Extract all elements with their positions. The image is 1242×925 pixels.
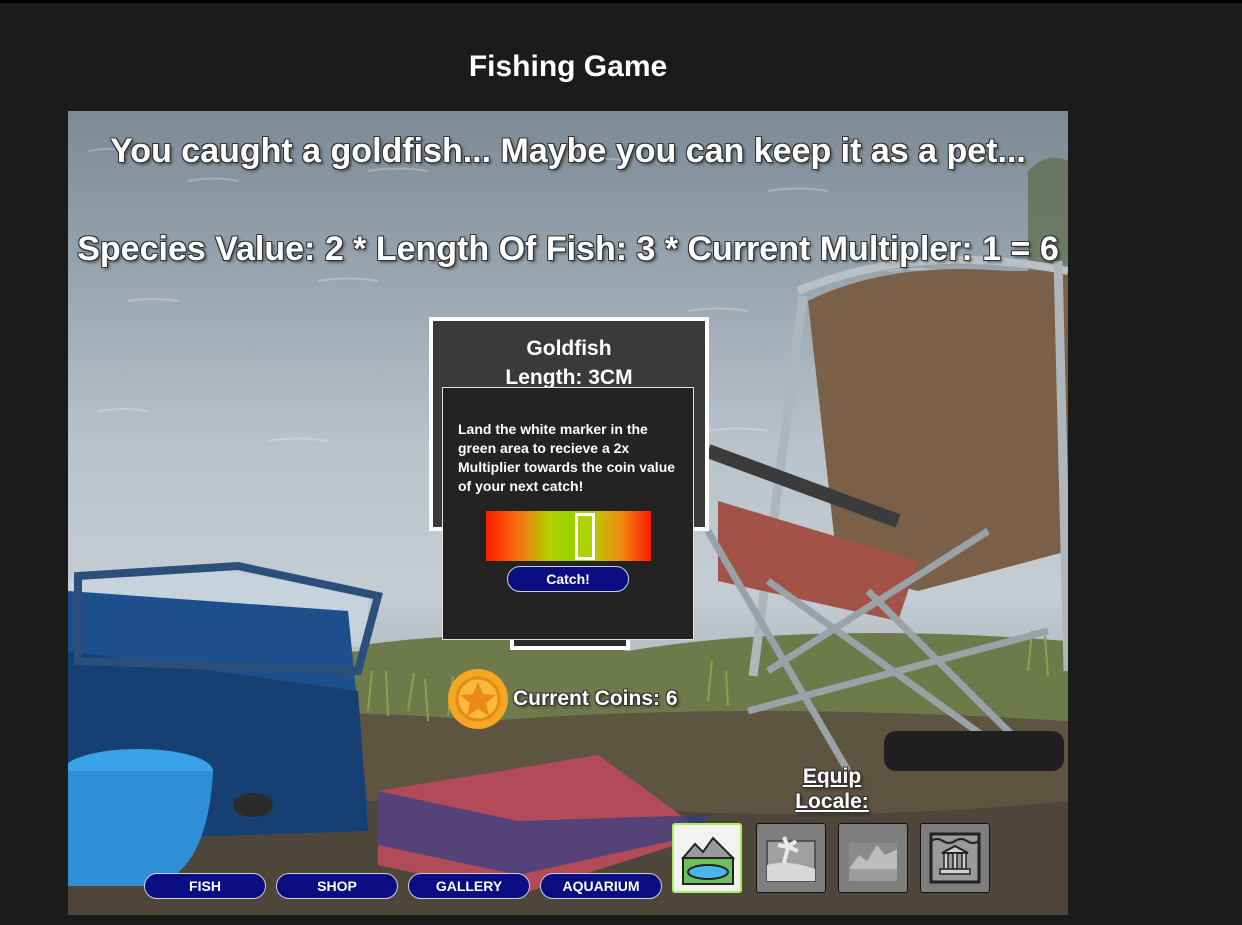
beach-palm-icon [766, 836, 816, 882]
nav-fish-button[interactable]: FISH [144, 873, 266, 899]
current-coins: Current Coins: 6 [513, 687, 678, 710]
minigame-instructions: Land the white marker in the green area … [458, 421, 676, 494]
coin-value-equation: Species Value: 2 * Length Of Fish: 3 * C… [77, 230, 1059, 268]
catch-button[interactable]: Catch! [507, 566, 629, 592]
underwater-ruins-icon [929, 832, 981, 884]
nav-aquarium-button[interactable]: AQUARIUM [540, 873, 662, 899]
locale-option-mountains[interactable] [838, 823, 908, 893]
nav-gallery-button[interactable]: GALLERY [408, 873, 530, 899]
catch-message: You caught a goldfish... Maybe you can k… [110, 132, 1026, 170]
locale-option-lake[interactable] [672, 823, 742, 893]
page-title: Fishing Game [468, 50, 668, 83]
locale-option-beach[interactable] [756, 823, 826, 893]
top-border [0, 0, 1242, 3]
meter-marker [575, 513, 595, 560]
lake-mountains-icon [681, 836, 735, 885]
locale-option-underwater[interactable] [920, 823, 990, 893]
mountain-range-icon [849, 843, 897, 881]
fish-name: Goldfish [526, 337, 612, 360]
nav-shop-button[interactable]: SHOP [276, 873, 398, 899]
equip-locale-label: Equip Locale: [795, 765, 869, 813]
power-meter [486, 511, 651, 561]
star-coin-icon [448, 669, 508, 729]
multiplier-minigame-panel: Land the white marker in the green area … [442, 387, 694, 640]
game-scene: You caught a goldfish... Maybe you can k… [68, 111, 1068, 915]
